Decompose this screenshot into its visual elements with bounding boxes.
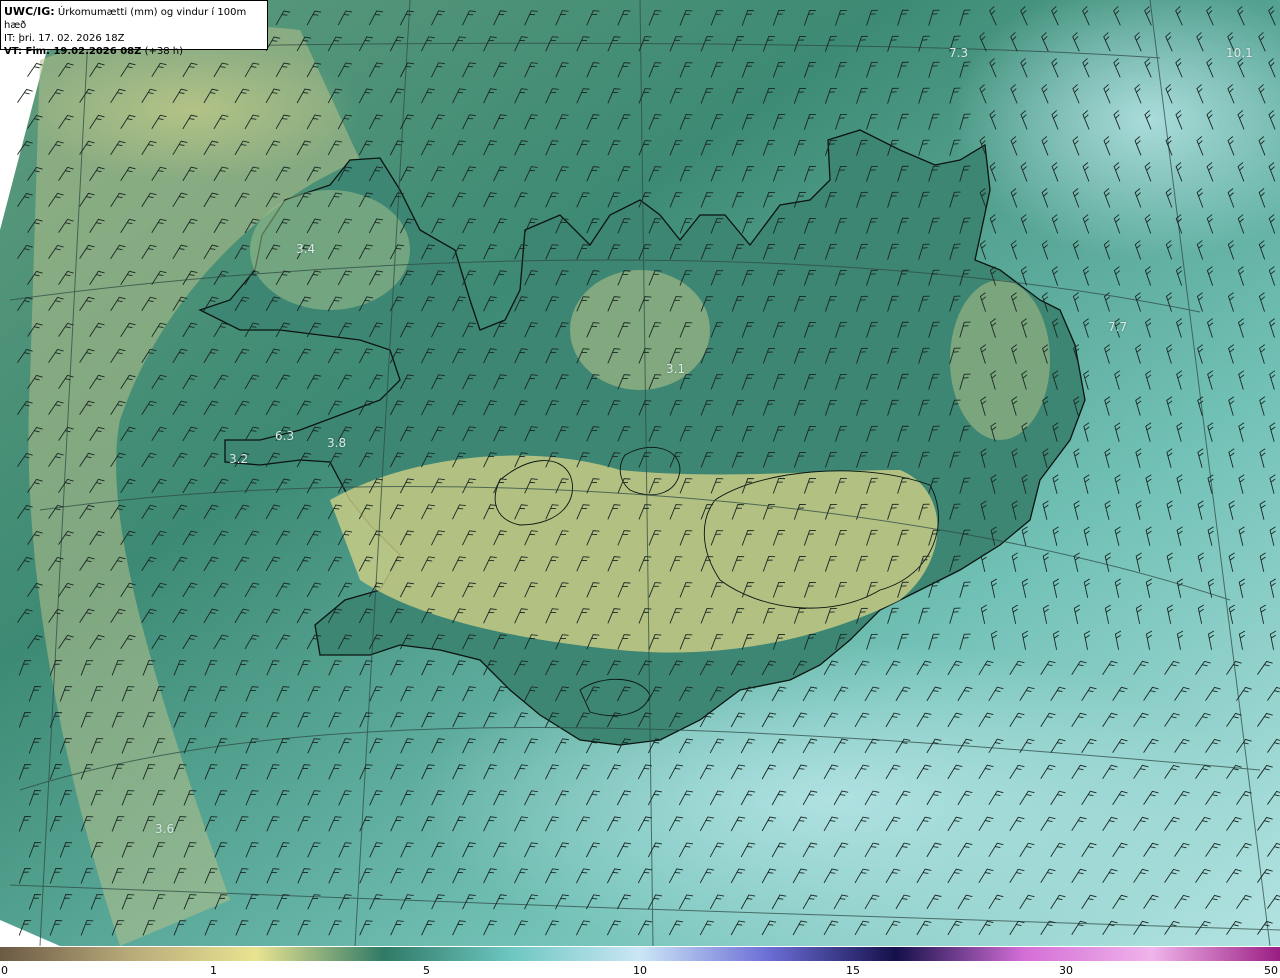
precip-value-label: 3.1: [666, 362, 686, 376]
colorbar-tick: 15: [846, 964, 860, 977]
westfjords-highlands: [250, 190, 410, 310]
colorbar-gradient: [0, 947, 1280, 961]
colorbar-tick: 5: [423, 964, 430, 977]
precip-value-label: 3.6: [155, 822, 175, 836]
map-canvas: [0, 0, 1280, 946]
model-label: UWC/IG:: [4, 5, 55, 18]
forecast-map: UWC/IG: Úrkomumætti (mm) og vindur í 100…: [0, 0, 1280, 946]
valid-offset: (+38 h): [144, 46, 183, 57]
precip-value-label: 7.3: [949, 46, 969, 60]
colorbar-tick: 0: [1, 964, 8, 977]
colorbar: 0 1 5 10 15 30 50: [0, 946, 1280, 978]
precip-value-label: 7.7: [1108, 320, 1128, 334]
colorbar-tick: 10: [633, 964, 647, 977]
precip-highlight-nw: [20, 40, 360, 180]
precip-value-label: 10.1: [1226, 46, 1253, 60]
precip-value-label: 3.8: [327, 436, 347, 450]
east-highlands: [950, 280, 1050, 440]
valid-time: VT: Fim. 19.02.2026 08Z: [4, 46, 142, 57]
map-title-box: UWC/IG: Úrkomumætti (mm) og vindur í 100…: [0, 0, 268, 57]
colorbar-tick: 50: [1264, 964, 1278, 977]
precip-value-label: 6.3: [275, 429, 295, 443]
init-time: IT: þri. 17. 02. 2026 18Z: [4, 33, 125, 44]
colorbar-tick: 1: [210, 964, 217, 977]
precip-value-label: 3.2: [229, 452, 249, 466]
colorbar-tick: 30: [1059, 964, 1073, 977]
north-highlands: [570, 270, 710, 390]
precip-value-label: 3.4: [296, 242, 316, 256]
